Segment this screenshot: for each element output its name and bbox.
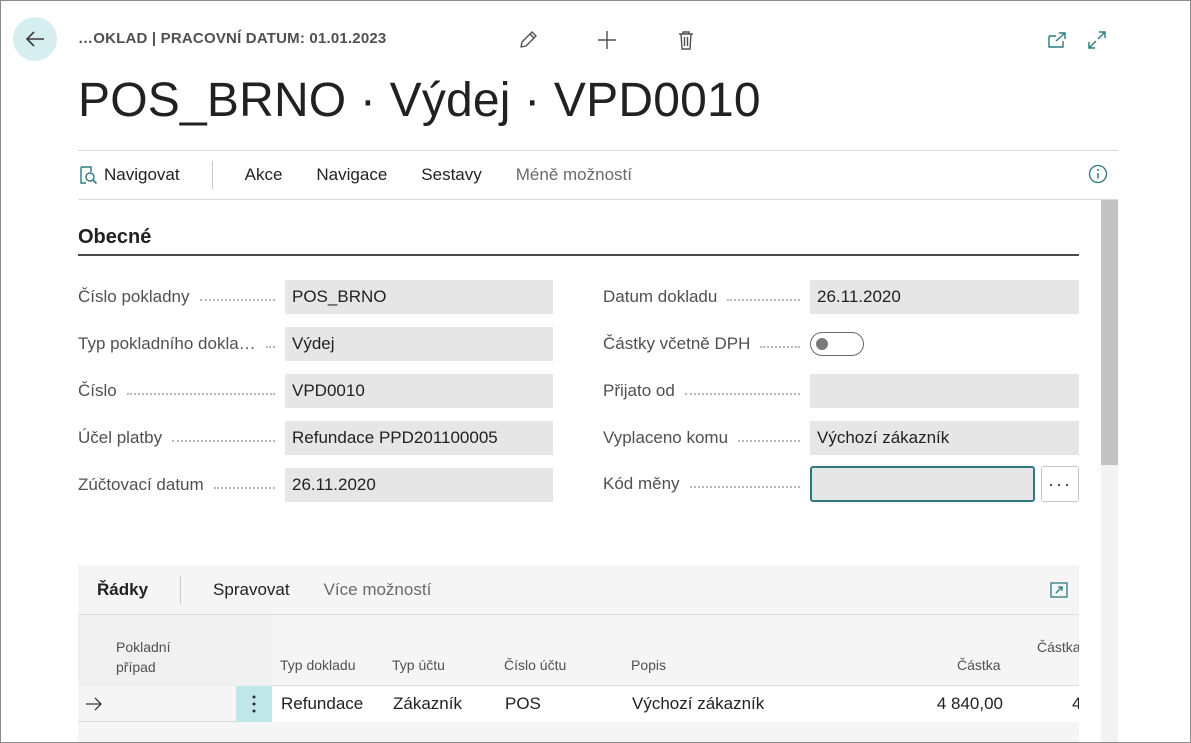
menu-navigation[interactable]: Navigace [316, 165, 387, 185]
cell-description[interactable]: Výchozí zákazník [632, 686, 764, 722]
field-posting-date: Zúčtovací datum 26.11.2020 [78, 468, 553, 502]
cell-account-type[interactable]: Zákazník [393, 686, 462, 722]
expand-page-button[interactable] [1084, 27, 1110, 53]
edit-button[interactable] [515, 27, 541, 53]
col-header-account-type[interactable]: Typ účtu [392, 657, 445, 673]
cell-amount[interactable]: 4 840,00 [902, 686, 1003, 722]
cell-amount-2[interactable]: 4 [1072, 686, 1079, 722]
col-header-account-no[interactable]: Číslo účtu [504, 657, 566, 673]
trash-icon [679, 31, 693, 50]
field-label: Datum dokladu [603, 287, 718, 306]
table-row[interactable]: Refundace Zákazník POS Výchozí zákazník … [78, 686, 1079, 722]
record-actions [515, 27, 699, 53]
paid-to-input[interactable]: Výchozí zákazník [810, 421, 1079, 455]
col-header-doc-type[interactable]: Typ dokladu [280, 657, 356, 673]
navigate-button[interactable]: Navigovat [78, 165, 180, 185]
cell-account-no[interactable]: POS [505, 686, 541, 722]
manage-button[interactable]: Spravovat [213, 580, 290, 600]
field-cash-doc-type: Typ pokladního dokla… Výdej [78, 327, 553, 361]
less-options-button[interactable]: Méně možností [516, 165, 632, 185]
tab-lines[interactable]: Řádky [97, 580, 148, 600]
window-actions [1044, 27, 1110, 53]
lines-action-bar: Řádky Spravovat Více možností [78, 565, 1079, 615]
section-divider [78, 254, 1079, 256]
posting-date-input[interactable]: 26.11.2020 [285, 468, 553, 502]
cash-doc-type-input[interactable]: Výdej [285, 327, 553, 361]
menu-actions[interactable]: Akce [245, 165, 283, 185]
lines-grid: Pokladní případ Typ dokladu Typ účtu Čís… [78, 615, 1079, 742]
field-paid-to: Vyplaceno komu Výchozí zákazník [603, 421, 1079, 455]
scrollbar-thumb[interactable] [1101, 200, 1118, 465]
field-label: Typ pokladního dokla… [78, 334, 256, 353]
field-currency-code: Kód měny ··· [603, 466, 1079, 502]
section-general-title[interactable]: Obecné [78, 226, 151, 249]
action-bar: Navigovat Akce Navigace Sestavy Méně mož… [78, 150, 1118, 200]
field-label: Vyplaceno komu [603, 428, 729, 447]
vertical-scrollbar[interactable] [1101, 200, 1118, 742]
currency-lookup-button[interactable]: ··· [1041, 466, 1079, 502]
document-date-input[interactable]: 26.11.2020 [810, 280, 1079, 314]
field-document-date: Datum dokladu 26.11.2020 [603, 280, 1079, 314]
row-actions-button[interactable] [236, 686, 272, 722]
col-header-amount[interactable]: Částka [957, 657, 1001, 673]
expand-icon [1050, 582, 1068, 598]
field-cash-desk-no: Číslo pokladny POS_BRNO [78, 280, 553, 314]
field-amounts-incl-vat: Částky včetně DPH [603, 327, 864, 361]
cell-doc-type[interactable]: Refundace [281, 686, 363, 722]
row-selector-arrow-icon [86, 697, 102, 711]
more-vertical-icon [252, 695, 256, 713]
info-icon [1088, 164, 1108, 184]
field-received-from: Přijato od [603, 374, 1079, 408]
field-label: Přijato od [603, 381, 675, 400]
plus-icon [598, 31, 616, 49]
navigate-label: Navigovat [104, 165, 180, 184]
page-frame: …OKLAD | PRACOVNÍ DATUM: 01.01.2023 POS_… [0, 0, 1191, 743]
field-label: Kód měny [603, 474, 680, 493]
add-button[interactable] [594, 27, 620, 53]
number-input[interactable]: VPD0010 [285, 374, 553, 408]
pencil-icon [520, 31, 537, 48]
header-shade [78, 615, 272, 686]
menu-reports[interactable]: Sestavy [421, 165, 481, 185]
col-header-amount-2[interactable]: Částka [1037, 639, 1079, 655]
received-from-input[interactable] [810, 374, 1079, 408]
field-label: Číslo [78, 381, 117, 400]
arrow-left-icon [25, 31, 44, 47]
field-label: Účel platby [78, 428, 163, 447]
lines-subpage: Řádky Spravovat Více možností Pokladní p… [78, 565, 1079, 742]
field-label: Zúčtovací datum [78, 475, 204, 494]
col-header-case-line1[interactable]: Pokladní [116, 639, 170, 655]
delete-button[interactable] [673, 27, 699, 53]
field-payment-purpose: Účel platby Refundace PPD201100005 [78, 421, 553, 455]
currency-code-input[interactable] [810, 466, 1035, 502]
breadcrumb: …OKLAD | PRACOVNÍ DATUM: 01.01.2023 [78, 30, 387, 47]
open-new-window-icon [1048, 32, 1066, 48]
field-number: Číslo VPD0010 [78, 374, 553, 408]
grid-header: Pokladní případ Typ dokladu Typ účtu Čís… [78, 615, 1079, 686]
action-separator [211, 161, 213, 189]
back-button[interactable] [13, 17, 57, 61]
payment-purpose-input[interactable]: Refundace PPD201100005 [285, 421, 553, 455]
amounts-incl-vat-toggle[interactable] [810, 332, 864, 356]
open-new-window-button[interactable] [1044, 27, 1070, 53]
lines-separator [180, 575, 182, 604]
toggle-knob [816, 338, 828, 350]
info-button[interactable] [1088, 164, 1108, 189]
col-header-description[interactable]: Popis [631, 657, 666, 673]
field-label: Číslo pokladny [78, 287, 190, 306]
page-title: POS_BRNO · Výdej · VPD0010 [78, 74, 761, 127]
expand-icon [1088, 31, 1106, 49]
field-label: Částky včetně DPH [603, 334, 751, 353]
cash-desk-no-input[interactable]: POS_BRNO [285, 280, 553, 314]
col-header-case-line2[interactable]: případ [116, 659, 156, 675]
lines-expand-button[interactable] [1049, 580, 1069, 605]
navigate-icon [80, 166, 98, 185]
more-options-button[interactable]: Více možností [324, 580, 432, 600]
